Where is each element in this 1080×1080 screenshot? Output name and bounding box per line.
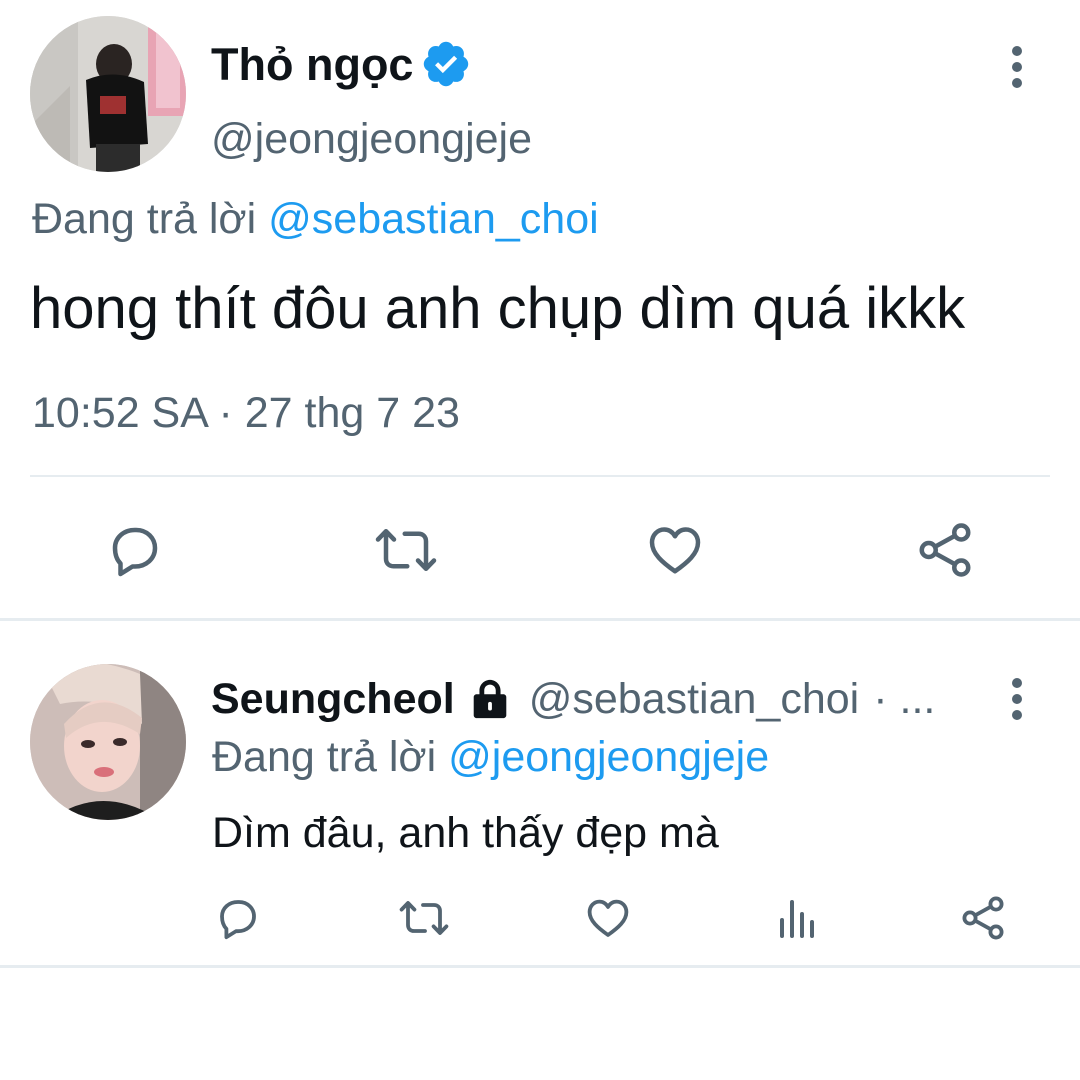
reply-tweet-replying-to: Đang trả lời @jeongjeongjeje	[212, 730, 769, 784]
reply-tweet-text: Dìm đâu, anh thấy đẹp mà	[212, 809, 719, 857]
section-divider	[0, 965, 1080, 968]
main-tweet-display-name[interactable]: Thỏ ngọc	[211, 38, 413, 92]
reply-tweet-avatar[interactable]	[30, 664, 186, 820]
views-icon	[780, 900, 814, 938]
reply-tweet-handle[interactable]: @sebastian_choi	[529, 672, 860, 726]
like-button[interactable]	[640, 515, 710, 585]
retweet-button[interactable]	[368, 515, 444, 585]
reply-button[interactable]	[210, 890, 266, 946]
replying-to-prefix: Đang trả lời	[32, 195, 257, 243]
main-tweet-avatar[interactable]	[30, 16, 186, 172]
main-tweet-text: hong thít đôu anh chụp dìm quá ikkk	[30, 276, 966, 341]
lock-icon	[473, 679, 506, 719]
like-button[interactable]	[580, 890, 636, 946]
main-tweet-timestamp[interactable]: 10:52 SA · 27 thg 7 23	[32, 386, 460, 440]
views-button[interactable]	[768, 890, 824, 946]
share-button[interactable]	[955, 890, 1011, 946]
share-icon	[919, 523, 971, 577]
retweet-button[interactable]	[394, 890, 454, 946]
reply-icon	[112, 527, 158, 577]
verified-badge-icon	[420, 38, 472, 90]
divider	[30, 475, 1050, 477]
share-button[interactable]	[910, 515, 980, 585]
reply-tweet-handle-suffix: · ...	[873, 675, 936, 723]
reply-button[interactable]	[100, 515, 170, 585]
share-icon	[962, 896, 1004, 940]
reply-tweet-display-name[interactable]: Seungcheol	[211, 672, 455, 726]
like-icon	[587, 899, 629, 937]
reply-icon	[220, 900, 256, 940]
main-tweet-replying-to: Đang trả lời @sebastian_choi	[32, 192, 599, 246]
replying-to-prefix: Đang trả lời	[212, 733, 437, 781]
replying-to-mention[interactable]: @sebastian_choi	[268, 195, 599, 243]
replying-to-mention[interactable]: @jeongjeongjeje	[448, 733, 769, 781]
section-divider	[0, 618, 1080, 621]
retweet-icon	[375, 529, 437, 571]
more-options-icon[interactable]	[1002, 676, 1032, 722]
like-icon	[649, 527, 701, 574]
more-options-icon[interactable]	[1002, 44, 1032, 90]
retweet-icon	[399, 901, 449, 935]
main-tweet-handle[interactable]: @jeongjeongjeje	[211, 112, 532, 166]
reply-tweet-header: Seungcheol @sebastian_choi · ...	[211, 672, 935, 726]
